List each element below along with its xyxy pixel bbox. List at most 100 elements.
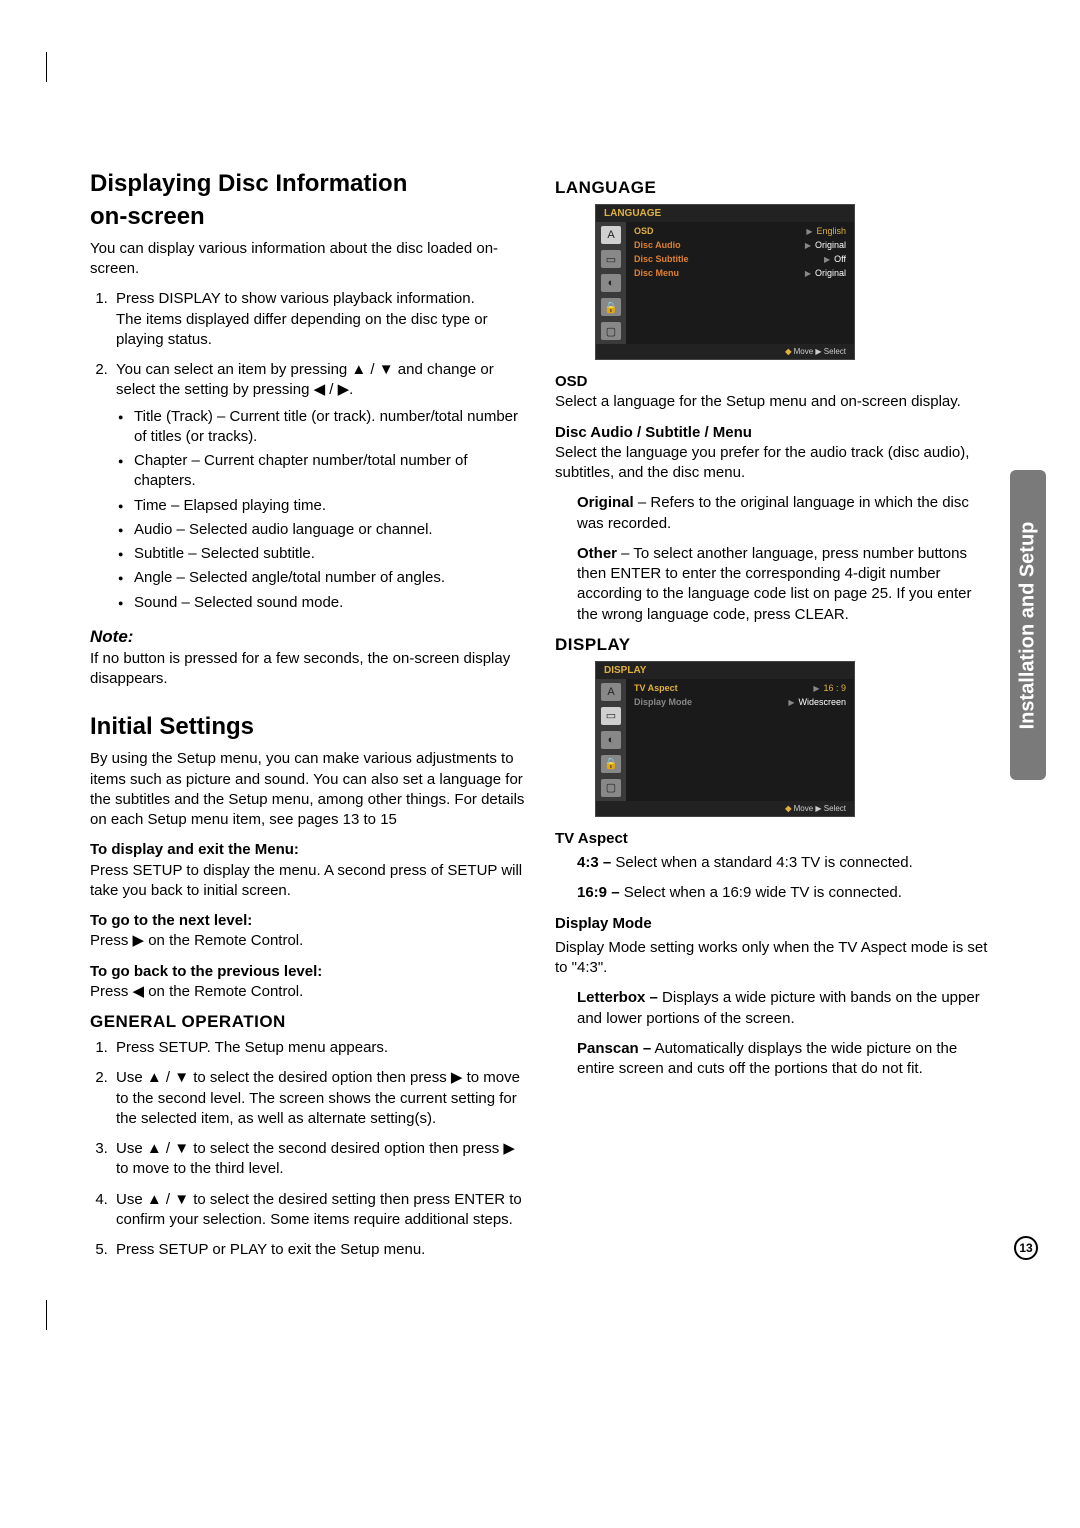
gop-3: Use ▲ / ▼ to select the second desired o… (112, 1139, 525, 1180)
osd-row-value: Original (815, 268, 846, 278)
page-number: 13 (1014, 1236, 1038, 1260)
heading-initial-settings: Initial Settings (90, 713, 525, 741)
audio-icon: ◐ (601, 731, 621, 749)
step-2-text: You can select an item by pressing ▲ / ▼… (116, 361, 494, 398)
dasm-title: Disc Audio / Subtitle / Menu (555, 424, 752, 441)
letterbox-block: Letterbox – Displays a wide picture with… (555, 988, 990, 1029)
osd-rows-2: TV Aspect▶16 : 9Display Mode▶Widescreen (626, 679, 854, 801)
osd-icon-column: A ▭ ◐ 🔒 ▢ (596, 222, 626, 344)
osd-row: OSD ▶ English (634, 226, 846, 236)
tva-43-text: Select when a standard 4:3 TV is connect… (611, 854, 913, 871)
osd-row: Display Mode▶Widescreen (634, 697, 846, 707)
osd-row-label: TV Aspect (634, 683, 678, 693)
osd-row: TV Aspect ▶ 16 : 9 (634, 683, 846, 693)
osd-row-label: OSD (634, 226, 654, 236)
pointer-icon: ▶ (824, 255, 830, 264)
section-tab: Installation and Setup (1010, 470, 1046, 780)
other-text: – To select another language, press numb… (577, 545, 971, 623)
pointer-icon: ▶ (806, 227, 812, 236)
other-label: Other (577, 545, 617, 562)
heading-on-screen: on-screen (90, 203, 525, 231)
bullet-sound: Sound – Selected sound mode. (134, 593, 525, 613)
osd-text: Select a language for the Setup menu and… (555, 393, 961, 410)
original-block: Original – Refers to the original langua… (555, 493, 990, 534)
display-steps: Press DISPLAY to show various playback i… (90, 289, 525, 613)
menu-prev-title: To go back to the previous level: (90, 963, 322, 980)
dasm-block: Disc Audio / Subtitle / Menu Select the … (555, 423, 990, 484)
bullet-time: Time – Elapsed playing time. (134, 496, 525, 516)
letterbox-label: Letterbox – (577, 989, 658, 1006)
osd-row-label: Disc Subtitle (634, 254, 689, 264)
osd-row: Disc Audio▶Original (634, 240, 846, 250)
menu-next-title: To go to the next level: (90, 912, 252, 929)
bullet-audio: Audio – Selected audio language or chann… (134, 520, 525, 540)
osd-title-label: OSD (555, 373, 588, 390)
bullet-chapter: Chapter – Current chapter number/total n… (134, 451, 525, 492)
osd-rows: OSD ▶ English Disc Audio ▶ Original Disc Subti… (626, 222, 854, 344)
pointer-icon: ▶ (805, 241, 811, 250)
menu-next-text: Press ▶ on the Remote Control. (90, 932, 303, 949)
initial-settings-text: By using the Setup menu, you can make va… (90, 749, 525, 830)
osd-row-value: Widescreen (798, 697, 846, 707)
heading-language: LANGUAGE (555, 178, 990, 198)
audio-icon: ◐ (601, 274, 621, 292)
note-label: Note: (90, 627, 525, 647)
language-icon: A (601, 683, 621, 701)
general-op-steps: Press SETUP. The Setup menu appears. Use… (90, 1038, 525, 1260)
osd-row-value: 16 : 9 (823, 683, 846, 693)
osd-icon-column-2: A ▭ ◐ 🔒 ▢ (596, 679, 626, 801)
lock-icon: 🔒 (601, 298, 621, 316)
tva-43-label: 4:3 – (577, 854, 611, 871)
osd-row: Disc Subtitle ▶ Off (634, 254, 846, 264)
osd-title: LANGUAGE (596, 205, 854, 222)
heading-general-operation: GENERAL OPERATION (90, 1012, 525, 1032)
menu-display-text: Press SETUP to display the menu. A secon… (90, 862, 522, 899)
gop-2: Use ▲ / ▼ to select the desired option t… (112, 1068, 525, 1129)
left-column: Displaying Disc Information on-screen Yo… (90, 170, 525, 1270)
other-block: Other – To select another language, pres… (555, 544, 990, 625)
pointer-icon: ▶ (788, 698, 794, 707)
osd-block: OSD Select a language for the Setup menu… (555, 372, 990, 413)
display-mode-title: Display Mode (555, 914, 990, 934)
tva-169-text: Select when a 16:9 wide TV is connected. (620, 884, 902, 901)
original-text: – Refers to the original language in whi… (577, 494, 969, 531)
gop-4: Use ▲ / ▼ to select the desired setting … (112, 1190, 525, 1231)
osd-row-label: Disc Audio (634, 240, 681, 250)
osd-display-screenshot: DISPLAY A ▭ ◐ 🔒 ▢ TV Aspect▶16 : 9Displa… (595, 661, 855, 817)
osd-language-screenshot: LANGUAGE A ▭ ◐ 🔒 ▢ OSD ▶ English Disc Audio… (595, 204, 855, 360)
page-content: Displaying Disc Information on-screen Yo… (0, 0, 1080, 1330)
gop-1: Press SETUP. The Setup menu appears. (112, 1038, 525, 1058)
gop-5: Press SETUP or PLAY to exit the Setup me… (112, 1240, 525, 1260)
tva-169: 16:9 – Select when a 16:9 wide TV is con… (555, 883, 990, 903)
crop-mark (36, 1280, 86, 1330)
pointer-icon: ▶ (813, 684, 819, 693)
info-items: Title (Track) – Current title (or track)… (116, 407, 525, 613)
others-icon: ▢ (601, 779, 621, 797)
language-icon: A (601, 226, 621, 244)
step-1: Press DISPLAY to show various playback i… (112, 289, 525, 350)
osd-row-value: English (816, 226, 846, 236)
original-label: Original (577, 494, 634, 511)
intro-text: You can display various information abou… (90, 239, 525, 280)
step-1b: The items displayed differ depending on … (116, 311, 488, 348)
display-mode-text: Display Mode setting works only when the… (555, 938, 990, 979)
dasm-text: Select the language you prefer for the a… (555, 444, 969, 481)
right-column: LANGUAGE LANGUAGE A ▭ ◐ 🔒 ▢ OSD ▶ English D… (555, 170, 990, 1270)
tva-169-label: 16:9 – (577, 884, 620, 901)
heading-display: DISPLAY (555, 635, 990, 655)
osd-row-label: Disc Menu (634, 268, 679, 278)
menu-next-block: To go to the next level: Press ▶ on the … (90, 911, 525, 952)
menu-prev-text: Press ◀ on the Remote Control. (90, 983, 303, 1000)
note-text: If no button is pressed for a few second… (90, 649, 525, 690)
panscan-block: Panscan – Automatically displays the wid… (555, 1039, 990, 1080)
osd-row-value: Off (834, 254, 846, 264)
tv-aspect-title: TV Aspect (555, 829, 990, 849)
bullet-angle: Angle – Selected angle/total number of a… (134, 568, 525, 588)
lock-icon: 🔒 (601, 755, 621, 773)
display-icon: ▭ (601, 707, 621, 725)
step-2: You can select an item by pressing ▲ / ▼… (112, 360, 525, 613)
display-icon: ▭ (601, 250, 621, 268)
osd-row: Disc Menu▶Original (634, 268, 846, 278)
menu-display-title: To display and exit the Menu: (90, 841, 299, 858)
heading-displaying-disc-info: Displaying Disc Information (90, 170, 525, 199)
